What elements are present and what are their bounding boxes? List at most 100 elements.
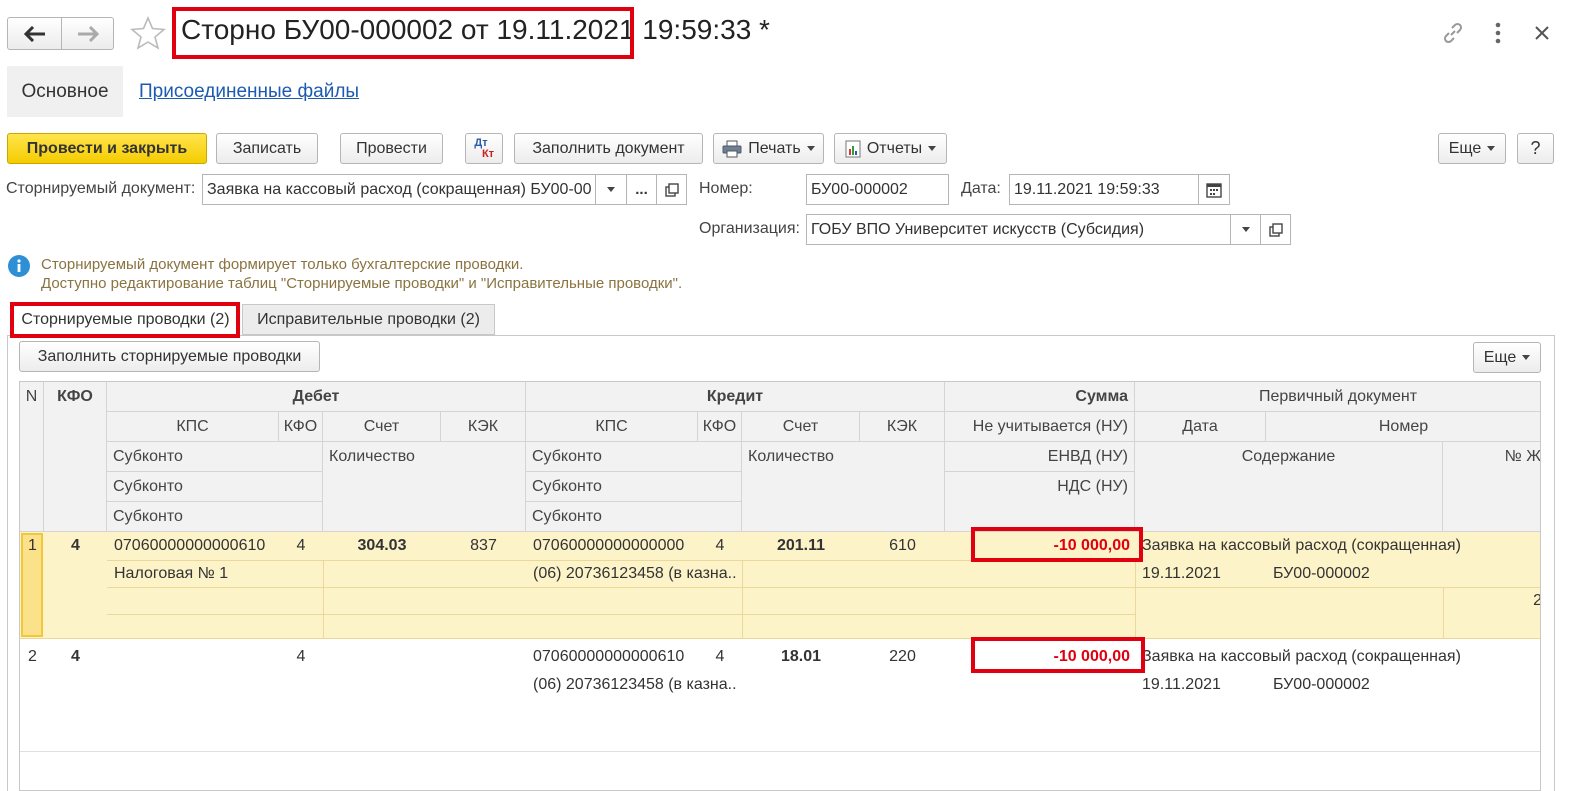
col-journal-no[interactable]: № Ж [1443,442,1540,532]
tab-main[interactable]: Основное [7,66,123,117]
col-debit-kfo[interactable]: КФО [279,412,323,442]
cell-doc-number: БУ00-000002 [1273,676,1370,693]
col-doc-content[interactable]: Содержание [1135,442,1443,532]
cell-n: 2 [28,648,37,665]
col-doc-date[interactable]: Дата [1135,412,1266,442]
print-label: Печать [748,139,801,157]
sum-highlight-row-1 [971,527,1143,562]
tab-attached-files[interactable]: Присоединенные файлы [139,81,359,103]
entries-table[interactable]: N КФО Дебет КПС КФО Счет КЭК Субконто Су… [19,381,1541,791]
number-field[interactable]: БУ00-000002 [806,174,949,205]
open-window-icon [664,182,679,197]
reports-label: Отчеты [866,139,923,157]
close-button[interactable] [1530,21,1554,45]
help-button[interactable]: ? [1517,133,1554,164]
chevron-down-icon [1487,146,1496,151]
favorite-button[interactable] [129,15,167,51]
col-credit-account[interactable]: Счет [742,412,860,442]
more-label: Еще [1448,139,1482,157]
col-n[interactable]: N [20,382,44,532]
more-button[interactable]: Еще [1438,133,1506,164]
calendar-icon [1206,182,1222,198]
cell-doc-date: 19.11.2021 [1142,565,1221,582]
cell-kt-account: 18.01 [780,648,822,665]
fill-storno-entries-button[interactable]: Заполнить сторнируемые проводки [19,341,320,372]
cell-kfo: 4 [71,537,80,554]
back-button[interactable] [7,17,62,50]
post-and-close-button[interactable]: Провести и закрыть [7,133,207,164]
col-credit-kfo[interactable]: КФО [698,412,742,442]
cell-dt-kfo: 4 [296,537,306,554]
tab-highlight [10,302,240,338]
dots-label: ... [635,181,648,198]
col-debit-quantity[interactable]: Количество [323,442,526,532]
cell-kt-kfo: 4 [715,648,725,665]
col-debit-subkonto-2[interactable]: Субконто [107,472,323,502]
col-not-counted[interactable]: Не учитывается (НУ) [945,412,1135,442]
more-menu-button[interactable] [1488,20,1508,46]
col-credit-subkonto-2[interactable]: Субконто [526,472,742,502]
col-kfo[interactable]: КФО [44,382,107,532]
close-icon [1535,26,1549,40]
col-debit-kek[interactable]: КЭК [441,412,526,442]
tab-correction-entries-label: Исправительные проводки (2) [257,310,480,328]
forward-button[interactable] [61,17,114,50]
date-field[interactable]: 19.11.2021 19:59:33 [1009,174,1199,205]
arrow-right-icon [77,25,99,42]
col-debit-subkonto-1[interactable]: Субконто [107,442,323,472]
post-button[interactable]: Провести [340,133,443,164]
col-credit-subkonto-3[interactable]: Субконто [526,502,742,532]
date-picker-button[interactable] [1198,174,1230,205]
col-credit-kps[interactable]: КПС [526,412,698,442]
col-envd[interactable]: ЕНВД (НУ) [945,442,1135,472]
col-primary-doc[interactable]: Первичный документ [1135,382,1540,412]
kebab-icon [1495,22,1501,44]
sum-highlight-row-2 [971,637,1145,673]
dt-kt-button[interactable]: Дт Кт [465,133,503,164]
dt-label: Дт [474,136,488,149]
col-debit-account[interactable]: Счет [323,412,441,442]
cell-doc-number: БУ00-000002 [1273,565,1370,582]
chevron-down-icon [1522,355,1531,360]
col-sum[interactable]: Сумма [945,382,1135,412]
storno-doc-select-button[interactable]: ... [626,174,657,205]
col-debit-kps[interactable]: КПС [107,412,279,442]
cell-dt-kfo: 4 [296,648,306,665]
col-credit-subkonto-1[interactable]: Субконто [526,442,742,472]
col-nds[interactable]: НДС (НУ) [945,472,1135,532]
storno-doc-open-button[interactable] [656,174,687,205]
cell-kt-subkonto: (06) 20736123458 (в казна... [533,676,737,693]
col-debit-subkonto-3[interactable]: Субконто [107,502,323,532]
row-gridline [323,560,324,639]
organization-field[interactable]: ГОБУ ВПО Университет искусств (Субсидия) [806,214,1231,245]
col-credit-kek[interactable]: КЭК [860,412,945,442]
chevron-down-icon [928,146,937,151]
storno-doc-field[interactable]: Заявка на кассовый расход (сокращенная) … [202,174,596,205]
info-line-1: Сторнируемый документ формирует только б… [41,256,524,273]
col-credit-quantity[interactable]: Количество [742,442,945,532]
link-button[interactable] [1440,20,1468,46]
tab-correction-entries[interactable]: Исправительные проводки (2) [242,304,495,335]
col-credit[interactable]: Кредит [526,382,945,412]
organization-open-button[interactable] [1260,214,1291,245]
arrow-left-icon [23,25,45,42]
star-icon [129,15,167,50]
number-label: Номер: [699,180,753,197]
organization-dropdown[interactable] [1230,214,1261,245]
fill-document-button[interactable]: Заполнить документ [514,133,703,164]
cell-n: 1 [28,537,37,554]
info-line-2: Доступно редактирование таблиц "Сторниру… [41,275,683,292]
storno-doc-dropdown[interactable] [595,174,627,205]
printer-icon [722,140,742,157]
cell-doc-content: Заявка на кассовый расход (сокращенная) [1142,648,1461,665]
chevron-down-icon [607,187,615,192]
cell-dt-subkonto: Налоговая № 1 [114,565,229,582]
cell-dt-kek: 837 [470,537,497,554]
save-button[interactable]: Записать [216,133,318,164]
table-more-button[interactable]: Еще [1473,342,1541,373]
reports-button[interactable]: Отчеты [834,133,947,164]
col-doc-number[interactable]: Номер [1266,412,1540,442]
col-debit[interactable]: Дебет [107,382,526,412]
print-button[interactable]: Печать [713,133,824,164]
title-highlight [172,7,634,59]
